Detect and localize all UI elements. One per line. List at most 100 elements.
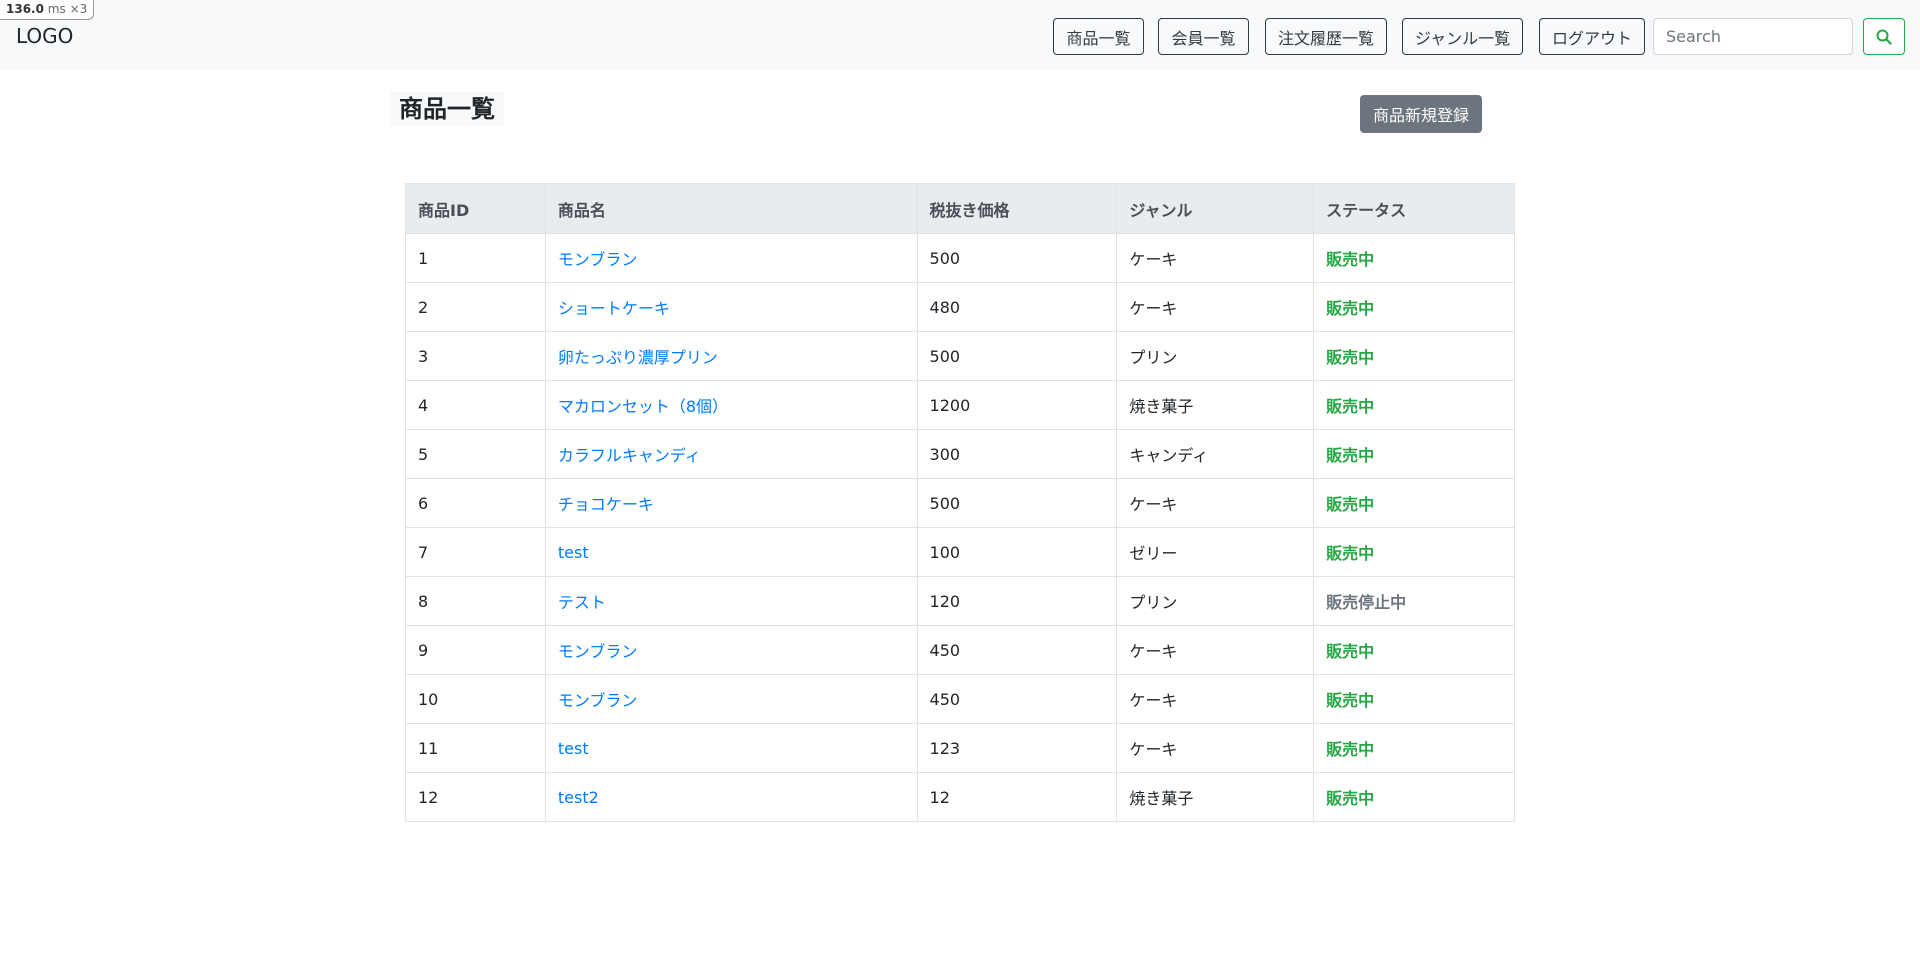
cell-product-name: 卵たっぷり濃厚プリン bbox=[544, 331, 918, 381]
performance-badge: 136.0 ms ×3 bbox=[0, 0, 95, 20]
cell-status: 販売中 bbox=[1313, 772, 1515, 822]
nav-products-button[interactable]: 商品一覧 bbox=[1053, 18, 1144, 55]
status-badge: 販売中 bbox=[1326, 446, 1375, 465]
cell-price: 500 bbox=[916, 478, 1118, 528]
status-badge: 販売中 bbox=[1326, 789, 1375, 808]
header-status: ステータス bbox=[1313, 183, 1515, 234]
header-product-name: 商品名 bbox=[544, 183, 918, 234]
table-row: 11 test 123 ケーキ 販売中 bbox=[405, 723, 1515, 773]
perf-unit: ms bbox=[47, 2, 66, 16]
cell-status: 販売中 bbox=[1313, 282, 1515, 332]
cell-genre: 焼き菓子 bbox=[1116, 380, 1315, 430]
navbar: LOGO 商品一覧 会員一覧 注文履歴一覧 ジャンル一覧 ログアウト bbox=[0, 0, 1920, 70]
table-row: 9 モンブラン 450 ケーキ 販売中 bbox=[405, 625, 1515, 675]
cell-product-id: 12 bbox=[405, 772, 546, 822]
cell-product-name: カラフルキャンディ bbox=[544, 429, 918, 479]
table-row: 5 カラフルキャンディ 300 キャンディ 販売中 bbox=[405, 429, 1515, 479]
status-badge: 販売中 bbox=[1326, 348, 1375, 367]
perf-value: 136.0 bbox=[6, 2, 44, 16]
cell-product-name: モンブラン bbox=[544, 625, 918, 675]
cell-product-name: マカロンセット（8個） bbox=[544, 380, 918, 430]
cell-product-name: チョコケーキ bbox=[544, 478, 918, 528]
cell-genre: ケーキ bbox=[1116, 674, 1315, 724]
status-badge: 販売中 bbox=[1326, 544, 1375, 563]
logo[interactable]: LOGO bbox=[16, 24, 73, 48]
cell-price: 123 bbox=[916, 723, 1118, 773]
cell-product-id: 10 bbox=[405, 674, 546, 724]
cell-status: 販売中 bbox=[1313, 674, 1515, 724]
cell-price: 500 bbox=[916, 331, 1118, 381]
new-product-button[interactable]: 商品新規登録 bbox=[1360, 95, 1482, 133]
cell-genre: ケーキ bbox=[1116, 282, 1315, 332]
product-link[interactable]: モンブラン bbox=[558, 250, 638, 269]
cell-price: 1200 bbox=[916, 380, 1118, 430]
table-row: 1 モンブラン 500 ケーキ 販売中 bbox=[405, 233, 1515, 283]
cell-genre: プリン bbox=[1116, 331, 1315, 381]
product-link[interactable]: カラフルキャンディ bbox=[558, 446, 701, 465]
table-row: 6 チョコケーキ 500 ケーキ 販売中 bbox=[405, 478, 1515, 528]
nav-members-button[interactable]: 会員一覧 bbox=[1158, 18, 1249, 55]
product-link[interactable]: チョコケーキ bbox=[558, 495, 654, 514]
search-input[interactable] bbox=[1653, 18, 1853, 55]
cell-price: 500 bbox=[916, 233, 1118, 283]
cell-product-id: 6 bbox=[405, 478, 546, 528]
product-link[interactable]: test2 bbox=[558, 788, 599, 807]
search-button[interactable] bbox=[1863, 18, 1905, 55]
nav-genres-button[interactable]: ジャンル一覧 bbox=[1402, 18, 1523, 55]
cell-status: 販売中 bbox=[1313, 478, 1515, 528]
table-row: 2 ショートケーキ 480 ケーキ 販売中 bbox=[405, 282, 1515, 332]
status-badge: 販売中 bbox=[1326, 299, 1375, 318]
cell-price: 450 bbox=[916, 674, 1118, 724]
cell-product-id: 2 bbox=[405, 282, 546, 332]
cell-genre: ケーキ bbox=[1116, 723, 1315, 773]
cell-product-id: 8 bbox=[405, 576, 546, 626]
cell-status: 販売中 bbox=[1313, 233, 1515, 283]
cell-product-id: 1 bbox=[405, 233, 546, 283]
product-link[interactable]: test bbox=[558, 739, 589, 758]
search-icon bbox=[1876, 29, 1892, 45]
cell-status: 販売停止中 bbox=[1313, 576, 1515, 626]
cell-genre: ケーキ bbox=[1116, 233, 1315, 283]
cell-status: 販売中 bbox=[1313, 331, 1515, 381]
cell-price: 120 bbox=[916, 576, 1118, 626]
status-badge: 販売中 bbox=[1326, 740, 1375, 759]
product-link[interactable]: ショートケーキ bbox=[558, 299, 670, 318]
perf-multiplier: ×3 bbox=[69, 2, 88, 16]
cell-product-id: 3 bbox=[405, 331, 546, 381]
cell-status: 販売中 bbox=[1313, 380, 1515, 430]
product-link[interactable]: モンブラン bbox=[558, 642, 638, 661]
product-link[interactable]: 卵たっぷり濃厚プリン bbox=[558, 348, 718, 367]
table-row: 10 モンブラン 450 ケーキ 販売中 bbox=[405, 674, 1515, 724]
cell-genre: プリン bbox=[1116, 576, 1315, 626]
cell-price: 300 bbox=[916, 429, 1118, 479]
cell-price: 480 bbox=[916, 282, 1118, 332]
table-row: 12 test2 12 焼き菓子 販売中 bbox=[405, 772, 1515, 822]
page-title: 商品一覧 bbox=[390, 92, 504, 126]
cell-product-name: ショートケーキ bbox=[544, 282, 918, 332]
header-price: 税抜き価格 bbox=[916, 183, 1118, 234]
product-link[interactable]: テスト bbox=[558, 593, 606, 612]
status-badge: 販売中 bbox=[1326, 397, 1375, 416]
cell-product-id: 7 bbox=[405, 527, 546, 577]
cell-status: 販売中 bbox=[1313, 527, 1515, 577]
cell-genre: 焼き菓子 bbox=[1116, 772, 1315, 822]
cell-product-name: モンブラン bbox=[544, 674, 918, 724]
cell-product-name: test bbox=[544, 527, 918, 577]
table-row: 3 卵たっぷり濃厚プリン 500 プリン 販売中 bbox=[405, 331, 1515, 381]
cell-product-name: test bbox=[544, 723, 918, 773]
product-link[interactable]: test bbox=[558, 543, 589, 562]
cell-status: 販売中 bbox=[1313, 429, 1515, 479]
header-product-id: 商品ID bbox=[405, 183, 546, 234]
product-link[interactable]: マカロンセット（8個） bbox=[558, 397, 728, 416]
nav-logout-button[interactable]: ログアウト bbox=[1539, 18, 1645, 55]
status-badge: 販売中 bbox=[1326, 691, 1375, 710]
cell-product-name: テスト bbox=[544, 576, 918, 626]
nav-order-history-button[interactable]: 注文履歴一覧 bbox=[1265, 18, 1387, 55]
cell-product-name: モンブラン bbox=[544, 233, 918, 283]
cell-status: 販売中 bbox=[1313, 625, 1515, 675]
cell-genre: ゼリー bbox=[1116, 527, 1315, 577]
cell-product-id: 9 bbox=[405, 625, 546, 675]
product-link[interactable]: モンブラン bbox=[558, 691, 638, 710]
cell-product-id: 5 bbox=[405, 429, 546, 479]
status-badge: 販売中 bbox=[1326, 642, 1375, 661]
